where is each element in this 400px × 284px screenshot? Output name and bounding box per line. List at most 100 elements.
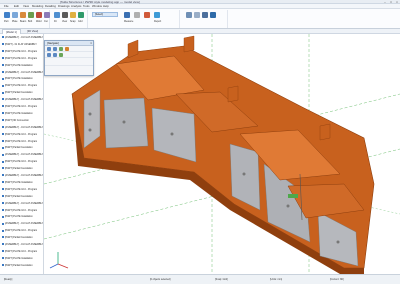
tree-item[interactable]: [ASSEMBLY] - 01 FLAT ASSEMBLY (2, 202, 43, 205)
tree-item[interactable]: [ASSEMBLY] - 01 FLAT ASSEMBLY (2, 222, 43, 225)
ribbon-label-snap: Snap (70, 20, 76, 23)
tree-node-icon (2, 195, 4, 198)
ribbon-label-bolt: Bolt (28, 20, 33, 23)
tree-item[interactable]: [PART] PLATE 10.0 - Program (2, 133, 37, 136)
tree-item[interactable]: [ASSEMBLY] - 01 FLAT ASSEMBLY (2, 126, 43, 129)
status-bar: [Ready] [0 objects selected] [Snap: Grid… (0, 274, 400, 284)
tree-item[interactable]: [PART] PLATE 10.0 - Program (2, 229, 37, 232)
bolt-icon[interactable] (28, 12, 34, 18)
ribbon-label-plate: Plate (12, 20, 18, 23)
tree-item[interactable]: [PART] Partial Foundation (2, 195, 33, 198)
status-text: [Ready] (4, 278, 13, 281)
delete-icon[interactable] (144, 12, 150, 18)
plate-icon[interactable] (12, 12, 18, 18)
tree-node-icon (2, 264, 4, 267)
nav-zoom-icon[interactable] (47, 53, 51, 57)
web-plate[interactable] (103, 97, 149, 149)
nav-filter-icon[interactable] (65, 47, 69, 51)
render-icon[interactable] (210, 12, 216, 18)
tree-item-label: [ASSEMBLY] - 01 FLAT ASSEMBLY (5, 243, 44, 246)
tree-item[interactable]: [PART] Partial Foundation (2, 167, 33, 170)
tree-node-icon (2, 188, 4, 191)
tree-item-label: [ASSEMBLY] - 01 FLAT ASSEMBLY (5, 153, 44, 157)
tree-item-label: [PART] Partial Foundation (5, 236, 33, 240)
lifting-lug[interactable] (183, 35, 195, 53)
selection-marker[interactable] (288, 194, 298, 198)
tree-item-label: [PART] Partial Foundation (5, 146, 33, 150)
tree-item[interactable]: [PART] Partial Foundation (2, 264, 33, 267)
tree-node-icon (2, 119, 4, 122)
tree-item[interactable]: [ASSEMBLY] - 01 FLAT ASSEMBLY (2, 153, 43, 156)
tree-item[interactable]: [PART] PLATE 10.0 - Program (2, 84, 37, 87)
ribbon-label-cut: Cut (44, 20, 48, 23)
tree-item[interactable]: [PART] Partial Foundation (2, 146, 33, 149)
tree-node-icon (2, 229, 4, 232)
tree-item[interactable]: [PART] PLATE 10.0 - Program (2, 160, 37, 163)
3d-viewport[interactable] (44, 34, 400, 274)
tree-node-icon (2, 63, 4, 66)
selection-dropdown[interactable]: [Select] (92, 12, 118, 17)
tree-item[interactable]: [PART] PLATE Installation (2, 64, 33, 67)
lifting-lug[interactable] (227, 85, 239, 103)
axis-x (57, 263, 69, 269)
nav-home-icon[interactable] (59, 47, 63, 51)
tree-item[interactable]: [PART] PLATE Installation (2, 112, 33, 115)
dialog-content (45, 58, 93, 66)
status-units: [Units: mm] (270, 278, 283, 281)
rotate-icon[interactable] (186, 12, 192, 18)
view-icon[interactable] (62, 12, 68, 18)
zoom-icon[interactable] (202, 12, 208, 18)
tree-item-label: [PART] PLATE 10.0 - Program (5, 208, 38, 212)
tree-item[interactable]: [PART] PLATE 10.0 - Program (2, 140, 37, 143)
part-icon[interactable] (4, 12, 10, 18)
tree-item-label: [PART] Partial Foundation (5, 263, 33, 267)
snap-icon[interactable] (70, 12, 76, 18)
measure-icon[interactable] (124, 12, 130, 18)
tree-item[interactable]: [PART] PLATE Installation (2, 77, 33, 80)
tree-item[interactable]: [PART] Partial Foundation (2, 236, 33, 239)
cut-icon[interactable] (44, 12, 50, 18)
bolt-hole (336, 240, 340, 244)
model-canvas[interactable] (44, 34, 400, 274)
tree-item[interactable]: [PART] - 01 FLAT ASSEMBLY (2, 43, 37, 46)
copy-icon[interactable] (134, 12, 140, 18)
nav-back-icon[interactable] (47, 47, 51, 51)
report-icon[interactable] (154, 12, 160, 18)
tree-item[interactable]: [PART] PLATE Installation (2, 181, 33, 184)
fit-icon[interactable] (54, 12, 60, 18)
tree-item[interactable]: [ASSEMBLY] - 01 FLAT ASSEMBLY (2, 174, 43, 177)
tree-item-label: [PART] PLATE Installation (5, 215, 33, 219)
pan-icon[interactable] (194, 12, 200, 18)
grid-icon[interactable] (78, 12, 84, 18)
tree-item[interactable]: [PART] PLATE Installation (2, 257, 33, 260)
tree-item[interactable]: [PART] PLATE 10.0 - Program (2, 57, 37, 60)
ribbon-label-part: Part (4, 20, 9, 23)
tree-item-label: [PART] PLATE 10.0 - Program (5, 49, 38, 53)
nav-rotate-icon[interactable] (53, 53, 57, 57)
nav-pan-icon[interactable] (59, 53, 63, 57)
tree-item[interactable]: [PART] Partial Foundation (2, 91, 33, 94)
tree-node-icon (2, 174, 4, 177)
dialog-title: [Navigate] (47, 42, 59, 45)
lifting-lug[interactable] (319, 123, 331, 141)
tree-item-label: [PART] PLATE 10.0 - Program (5, 160, 38, 164)
tree-item[interactable]: [PART] PLATE Installation (2, 215, 33, 218)
tree-item[interactable]: [PART] PLATE 10.0 - Program (2, 50, 37, 53)
tree-item[interactable]: [ASSEMBLY] - 01 FLAT ASSEMBLY (2, 71, 43, 74)
tree-item[interactable]: [ASSEMBLY] - 01 FLAT ASSEMBLY (2, 36, 43, 39)
beam-icon[interactable] (20, 12, 26, 18)
tree-item[interactable]: [PART] PLATE 10.0 - Program (2, 209, 37, 212)
model-tree-panel: [ASSEMBLY] - 01 FLAT ASSEMBLY [PART] - 01… (0, 34, 44, 274)
tree-item[interactable]: [PART] 3D Connection (2, 119, 29, 122)
ribbon-label-measure: Measure (124, 20, 134, 23)
tree-node-icon (2, 105, 4, 108)
tree-item[interactable]: [PART] PLATE 10.0 - Program (2, 188, 37, 191)
weld-icon[interactable] (36, 12, 42, 18)
nav-forward-icon[interactable] (53, 47, 57, 51)
tree-item[interactable]: [ASSEMBLY] - 01 FLAT ASSEMBLY (2, 98, 43, 101)
tree-item[interactable]: [ASSEMBLY] - 01 FLAT ASSEMBLY (2, 243, 43, 246)
tree-item[interactable]: [PART] PLATE 10.0 - Program (2, 105, 37, 108)
tree-item-label: [ASSEMBLY] - 01 FLAT ASSEMBLY (5, 174, 44, 177)
tree-item-label: [PART] PLATE Installation (5, 180, 33, 184)
tree-item[interactable]: [PART] PLATE 10.0 - Program (2, 250, 37, 253)
